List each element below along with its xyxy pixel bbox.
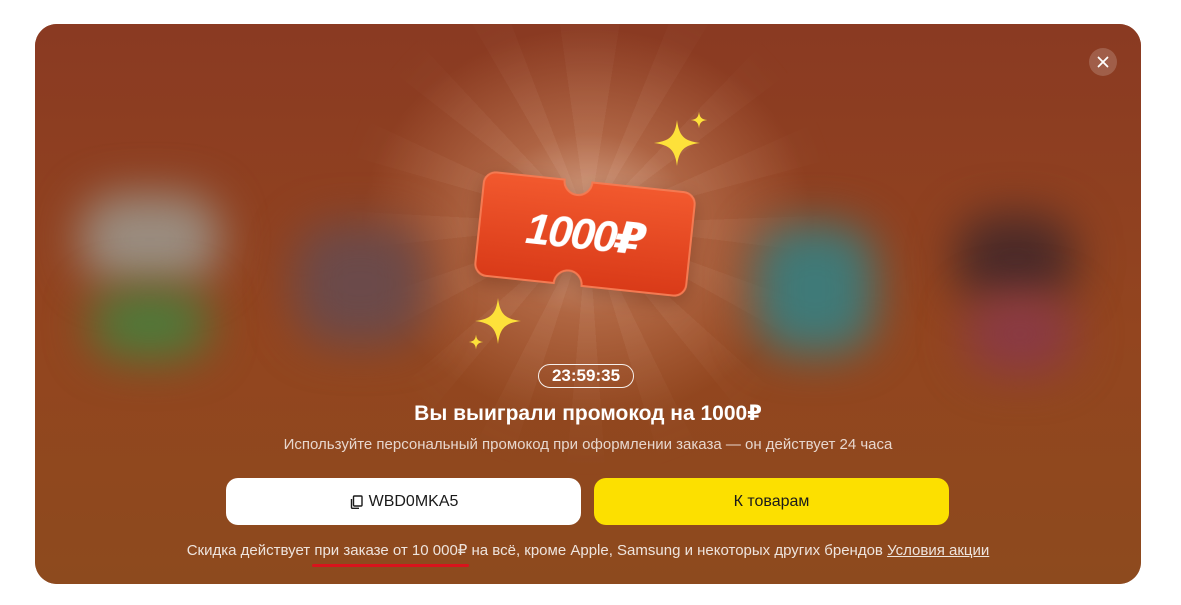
to-goods-label: К товарам xyxy=(733,492,810,510)
countdown-timer: 23:59:35 xyxy=(538,364,634,388)
close-button[interactable] xyxy=(1089,48,1117,76)
blurred-product-image xyxy=(755,224,875,354)
blurred-product-image xyxy=(80,194,220,284)
promo-code-label: WBD0MKA5 xyxy=(368,492,459,510)
prize-coupon: 1000₽ xyxy=(469,163,700,305)
modal-title: Вы выиграли промокод на 1000₽ xyxy=(414,402,762,425)
red-underline-annotation xyxy=(312,564,470,567)
terms-link[interactable]: Условия акции xyxy=(887,542,989,559)
order-minimum-text: при заказе от 10 000₽ xyxy=(314,542,468,559)
sparkle-icon xyxy=(690,111,708,129)
copy-promo-code-button[interactable]: WBD0MKA5 xyxy=(226,478,581,525)
conditions-text-start: Скидка действует xyxy=(186,542,315,559)
to-goods-button[interactable]: К товарам xyxy=(594,478,949,525)
prize-amount: 1000₽ xyxy=(523,203,647,265)
conditions-text-end: на всё, кроме Apple, Samsung и некоторых… xyxy=(467,542,888,559)
blurred-product-image xyxy=(90,289,210,359)
sparkle-icon xyxy=(468,334,484,350)
promo-conditions: Скидка действует при заказе от 10 000₽ н… xyxy=(35,541,1141,567)
blurred-product-image xyxy=(955,214,1075,304)
modal-subtitle: Используйте персональный промокод при оф… xyxy=(283,436,893,453)
blurred-product-image xyxy=(295,224,425,344)
promo-modal: 1000₽ 23:59:35 Вы выиграли промокод на 1… xyxy=(35,24,1141,584)
blurred-product-image xyxy=(965,294,1075,374)
copy-icon xyxy=(350,494,363,509)
order-minimum-highlight: при заказе от 10 000₽ xyxy=(312,542,470,567)
close-icon xyxy=(1097,56,1109,68)
